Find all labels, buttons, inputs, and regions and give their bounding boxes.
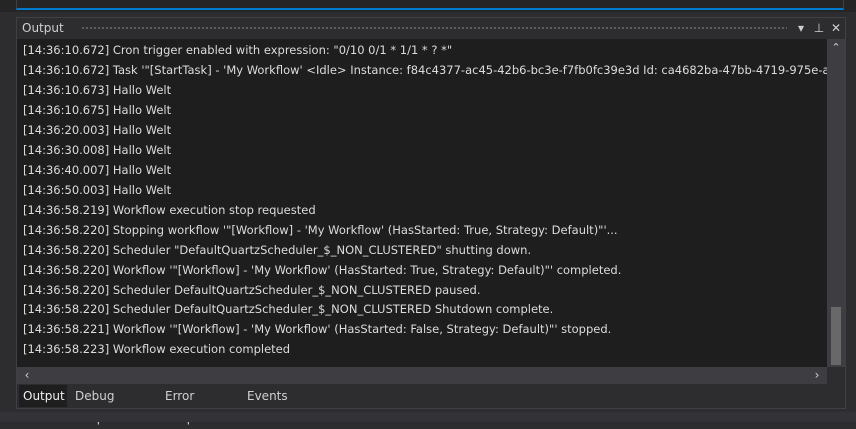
- panel-title-bar[interactable]: Output ▾ ⊥ ✕: [17, 18, 845, 39]
- log-line: [14:36:58.220] Scheduler DefaultQuartzSc…: [23, 283, 481, 297]
- log-line: [14:36:50.003] Hallo Welt: [23, 183, 172, 197]
- log-line: [14:36:58.220] Workflow '"[Workflow] - '…: [23, 263, 622, 277]
- output-panel: Output ▾ ⊥ ✕ [14:36:10.672] Cron trigger…: [16, 17, 846, 425]
- scroll-left-icon[interactable]: ‹: [19, 367, 35, 384]
- log-line: [14:36:58.223] Workflow execution comple…: [23, 342, 291, 356]
- tab-events[interactable]: Events: [243, 385, 291, 407]
- log-line: [14:36:10.675] Hallo Welt: [23, 103, 172, 117]
- dropdown-icon[interactable]: ▾: [793, 20, 809, 36]
- tab-output[interactable]: Output: [19, 385, 67, 407]
- log-line: [14:36:10.672] Cron trigger enabled with…: [23, 43, 453, 57]
- vertical-scrollbar[interactable]: ⌃: [827, 39, 845, 367]
- log-line: [14:36:58.220] Scheduler "DefaultQuartzS…: [23, 243, 532, 257]
- scroll-right-icon[interactable]: ›: [809, 367, 825, 384]
- document-area-strip: [0, 0, 856, 12]
- document-tab-edge: [16, 0, 844, 10]
- horizontal-scrollbar[interactable]: ‹ ›: [17, 367, 827, 384]
- panel-title: Output: [22, 21, 64, 35]
- log-line: [14:36:58.219] Workflow execution stop r…: [23, 203, 316, 217]
- pin-icon[interactable]: ⊥: [811, 20, 827, 36]
- tab-debug-output[interactable]: Debug Output: [71, 385, 159, 425]
- log-line: [14:36:20.003] Hallo Welt: [23, 123, 172, 137]
- scrollbar-corner: [827, 367, 845, 384]
- log-line: [14:36:10.673] Hallo Welt: [23, 83, 172, 97]
- output-text-area[interactable]: [14:36:10.672] Cron trigger enabled with…: [17, 39, 827, 367]
- title-grip[interactable]: [81, 26, 787, 31]
- log-line: [14:36:58.221] Workflow '"[Workflow] - '…: [23, 322, 612, 336]
- vertical-scroll-thumb[interactable]: [831, 307, 841, 365]
- log-line: [14:36:10.672] Task '"[StartTask] - 'My …: [23, 63, 827, 77]
- scroll-up-icon[interactable]: ⌃: [827, 39, 845, 57]
- log-line: [14:36:30.008] Hallo Welt: [23, 143, 172, 157]
- panel-tab-strip: Output Debug Output Error Output Events: [17, 385, 845, 425]
- log-line: [14:36:40.007] Hallo Welt: [23, 163, 172, 177]
- log-line: [14:36:58.220] Stopping workflow '"[Work…: [23, 223, 618, 237]
- close-icon[interactable]: ✕: [828, 20, 844, 36]
- tab-error-output[interactable]: Error Output: [161, 385, 243, 425]
- status-strip: [0, 412, 856, 422]
- log-line: [14:36:58.220] Scheduler DefaultQuartzSc…: [23, 302, 554, 316]
